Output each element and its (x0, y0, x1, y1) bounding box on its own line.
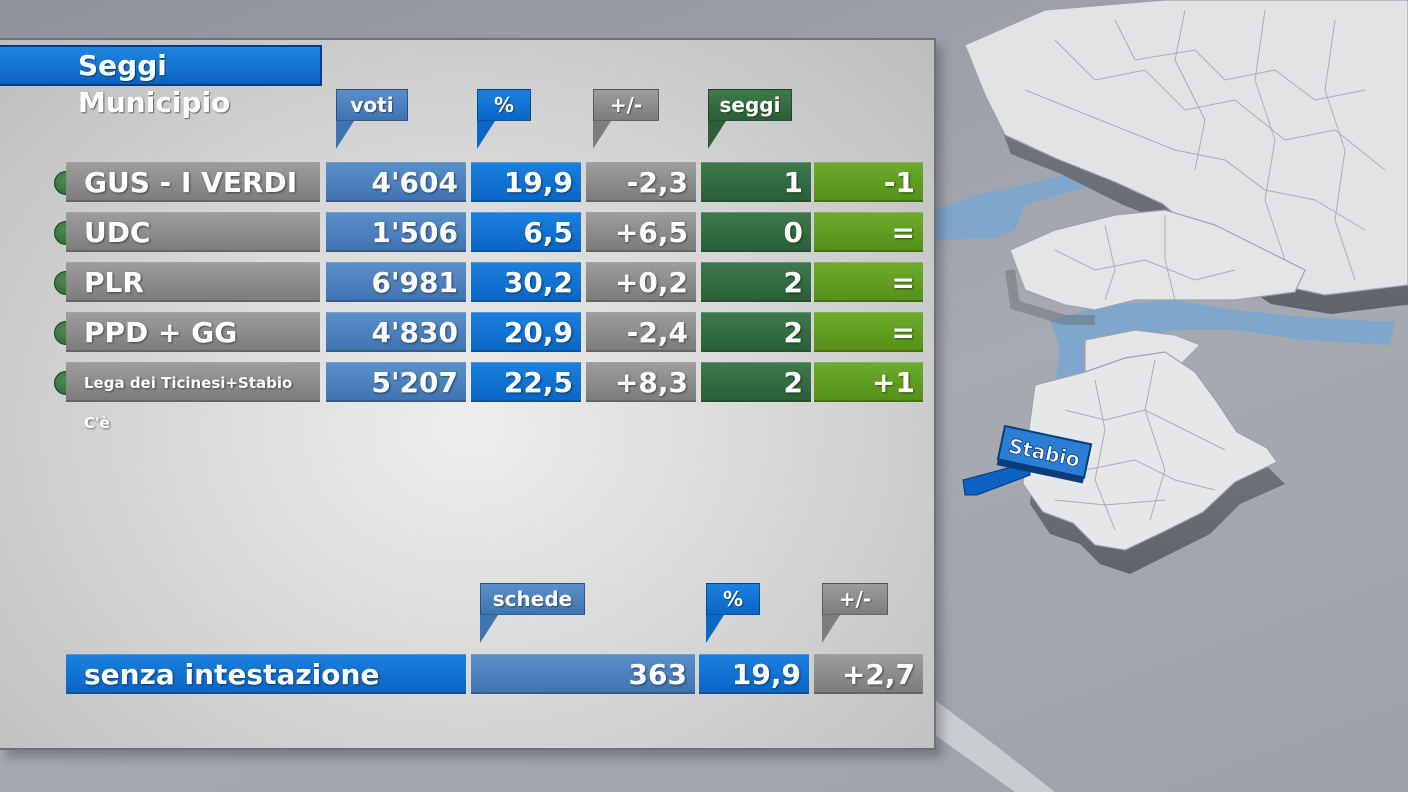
row-pct: 30,2 (471, 262, 581, 302)
row-diff: +6,5 (586, 212, 696, 252)
map-edge (935, 700, 1055, 792)
header-bottom-diff: +/- (822, 583, 888, 643)
row-voti: 5'207 (326, 362, 466, 402)
row-seggi: 2 (701, 362, 811, 402)
header-diff-label: +/- (609, 93, 643, 117)
header-schede: schede (480, 583, 585, 643)
row-pct: 22,5 (471, 362, 581, 402)
map-svg: Stabio (935, 0, 1408, 792)
header-bottom-pct-label: % (722, 587, 744, 611)
header-voti-label: voti (350, 93, 394, 117)
row-pct: 20,9 (471, 312, 581, 352)
row-voti: 4'830 (326, 312, 466, 352)
header-pct-label: % (493, 93, 515, 117)
header-bottom-diff-label: +/- (838, 587, 872, 611)
row-voti: 6'981 (326, 262, 466, 302)
broadcast-graphic: Stabio Seggi Municipio voti % +/- seggi … (0, 0, 1408, 792)
party-name: GUS - I VERDI (66, 162, 320, 202)
bottom-row-pct: 19,9 (699, 654, 809, 694)
row-voti: 4'604 (326, 162, 466, 202)
header-diff: +/- (593, 89, 659, 149)
header-voti: voti (336, 89, 408, 149)
party-name: PLR (66, 262, 320, 302)
header-pct: % (477, 89, 531, 149)
bottom-row-schede: 363 (471, 654, 695, 694)
row-seggi: 1 (701, 162, 811, 202)
panel-title: Seggi Municipio (0, 45, 322, 119)
row-seggi-diff: = (814, 262, 923, 302)
row-seggi: 0 (701, 212, 811, 252)
row-diff: +0,2 (586, 262, 696, 302)
party-name: PPD + GG (66, 312, 320, 352)
row-seggi-diff: -1 (814, 162, 923, 202)
row-voti: 1'506 (326, 212, 466, 252)
row-seggi-diff: = (814, 312, 923, 352)
ticino-map: Stabio (935, 0, 1408, 792)
header-bottom-pct: % (706, 583, 760, 643)
row-diff: -2,3 (586, 162, 696, 202)
row-diff: -2,4 (586, 312, 696, 352)
row-seggi-diff: +1 (814, 362, 923, 402)
row-diff: +8,3 (586, 362, 696, 402)
party-name: Lega dei Ticinesi+Stabio C'è (66, 362, 320, 432)
header-seggi-label: seggi (719, 93, 781, 117)
header-seggi: seggi (708, 89, 792, 149)
row-pct: 6,5 (471, 212, 581, 252)
row-seggi: 2 (701, 262, 811, 302)
header-schede-label: schede (492, 587, 573, 611)
row-seggi: 2 (701, 312, 811, 352)
row-pct: 19,9 (471, 162, 581, 202)
bottom-row-label: senza intestazione (66, 654, 466, 694)
bottom-row-diff: +2,7 (814, 654, 923, 694)
party-name: UDC (66, 212, 320, 252)
row-seggi-diff: = (814, 212, 923, 252)
